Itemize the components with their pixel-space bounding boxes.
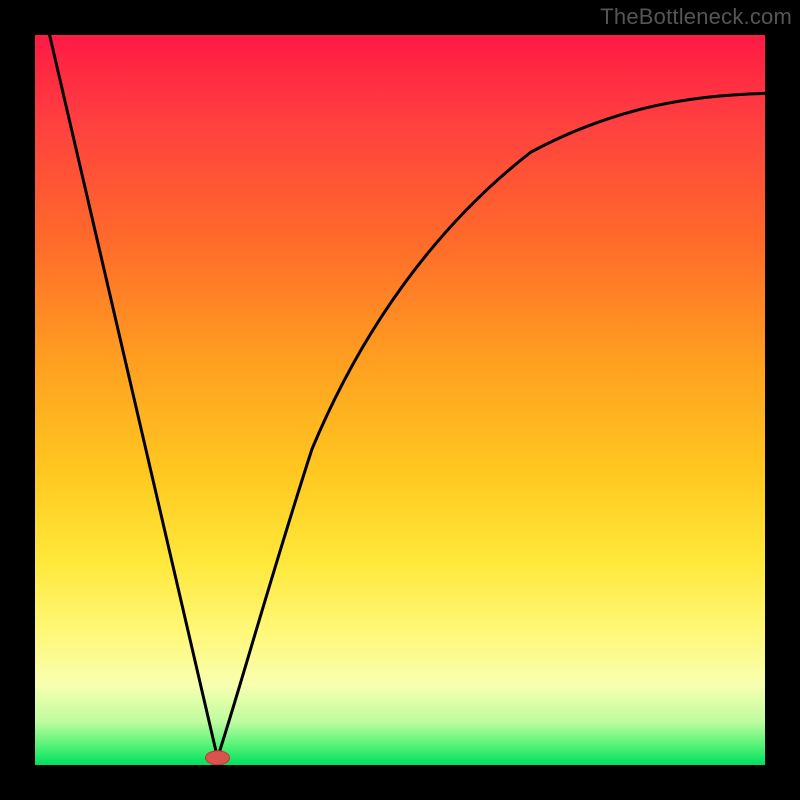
plot-area [35,35,765,765]
chart-frame: TheBottleneck.com [0,0,800,800]
bottleneck-curve [50,35,765,758]
attribution-text: TheBottleneck.com [600,4,792,30]
minimum-marker [206,751,230,765]
curve-svg [35,35,765,765]
